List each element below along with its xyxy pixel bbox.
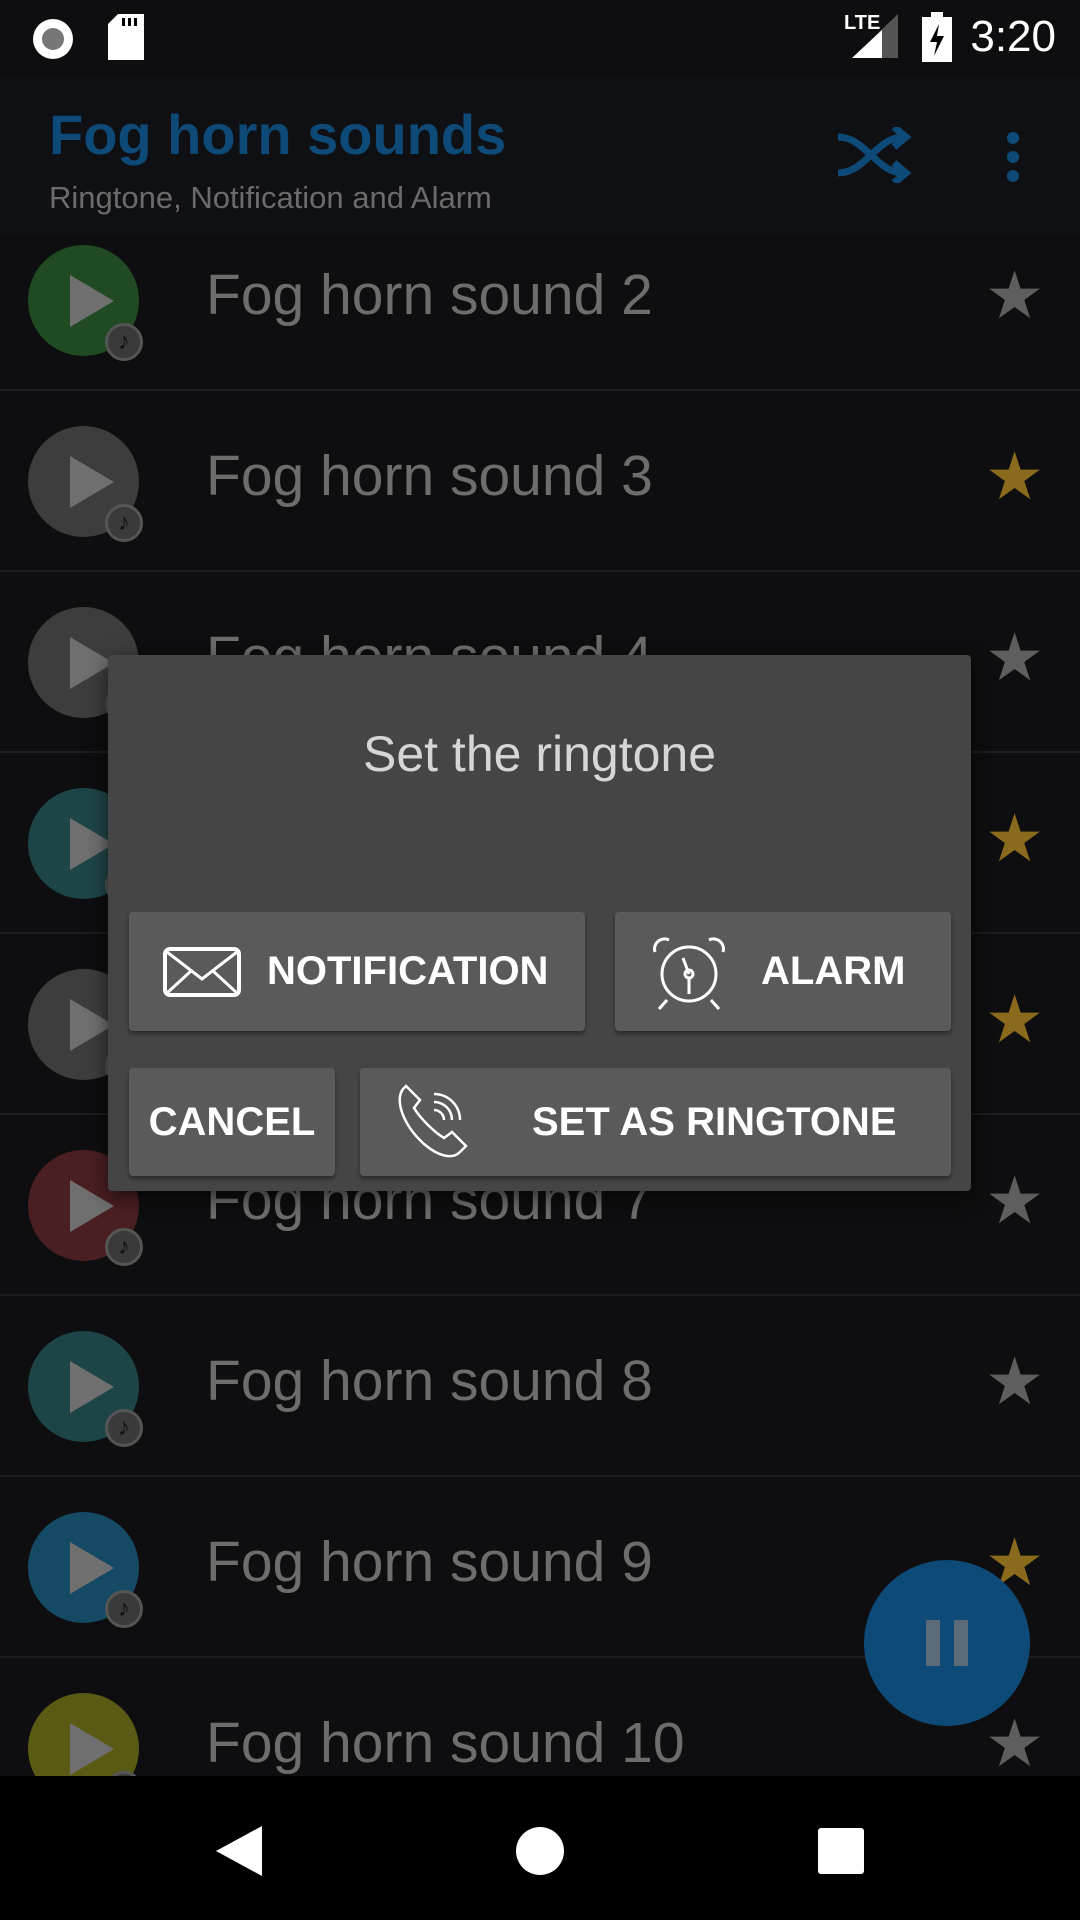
alarm-label: ALARM	[761, 949, 906, 993]
notification-label: NOTIFICATION	[267, 949, 549, 993]
alarm-button[interactable]: ALARM	[615, 912, 951, 1031]
notification-button[interactable]: NOTIFICATION	[129, 912, 585, 1031]
navigation-bar	[0, 1776, 1080, 1920]
alarm-clock-icon	[653, 936, 725, 1010]
set-ringtone-dialog: Set the ringtone NOTIFICATION ALARM CANC…	[108, 655, 971, 1191]
home-icon[interactable]	[515, 1826, 565, 1876]
pause-icon-bar	[954, 1620, 968, 1666]
set-as-ringtone-label: SET AS RINGTONE	[532, 1099, 897, 1144]
phone-ringing-icon	[398, 1084, 468, 1158]
set-as-ringtone-button[interactable]: SET AS RINGTONE	[360, 1068, 951, 1176]
envelope-icon	[163, 946, 241, 997]
pause-button[interactable]	[864, 1560, 1030, 1726]
pause-icon	[926, 1620, 940, 1666]
cancel-label: CANCEL	[148, 1099, 316, 1144]
back-icon[interactable]	[216, 1826, 262, 1876]
recents-icon[interactable]	[818, 1828, 864, 1874]
cancel-button[interactable]: CANCEL	[129, 1068, 335, 1176]
dialog-title: Set the ringtone	[362, 726, 717, 782]
